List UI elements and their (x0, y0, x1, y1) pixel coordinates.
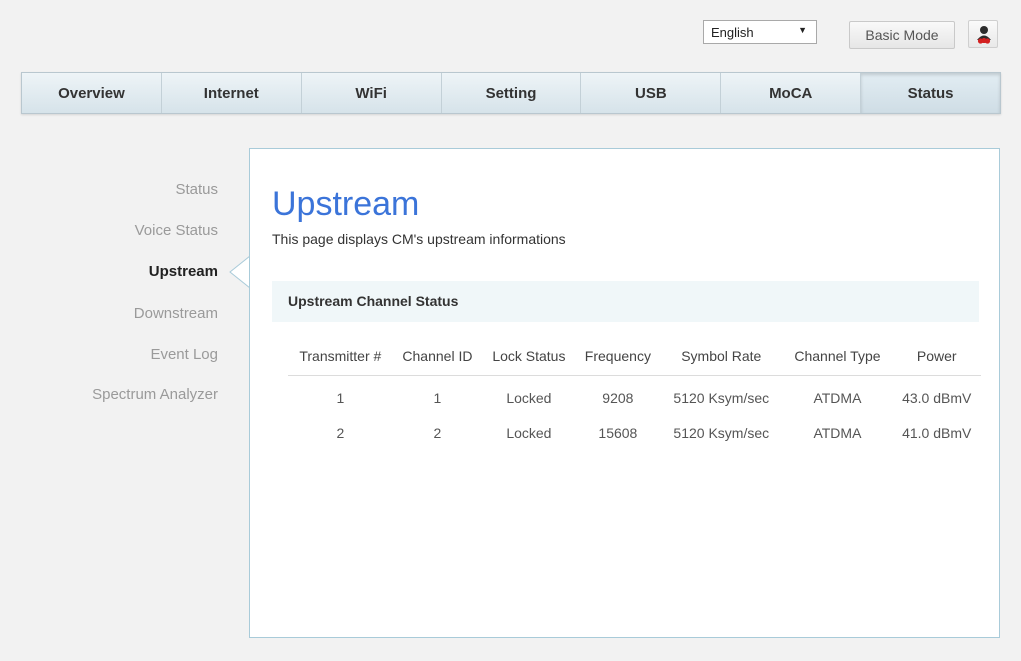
page-description: This page displays CM's upstream informa… (272, 231, 566, 247)
table-cell: 1 (336, 389, 345, 406)
table-cell: Locked (506, 389, 552, 406)
column-header: Channel Type (782, 337, 893, 376)
user-button[interactable] (968, 20, 998, 48)
column-header: Lock Status (482, 337, 576, 376)
tab-label: Status (907, 84, 954, 102)
table-header-row: Transmitter # Channel ID Lock Status Fre… (288, 337, 981, 376)
language-select-value: English (711, 25, 754, 40)
page-title: Upstream (272, 185, 420, 223)
table-cell: 2 (336, 424, 345, 441)
table-cell: ATDMA (813, 424, 862, 441)
table-cell: ATDMA (813, 389, 862, 406)
table-cell: 5120 Ksym/sec (673, 389, 770, 406)
main-tab-bar: Overview Internet WiFi Setting USB MoCA … (21, 72, 1001, 114)
tab-moca[interactable]: MoCA (721, 73, 862, 113)
chevron-down-icon: ▼ (798, 25, 807, 35)
tab-label: Internet (203, 84, 259, 102)
table-row: 1 1 Locked 9208 5120 Ksym/sec ATDMA 43.0… (288, 376, 981, 416)
table-cell: 15608 (598, 424, 638, 441)
column-header: Channel ID (392, 337, 483, 376)
column-header: Frequency (575, 337, 661, 376)
table-cell: 1 (433, 389, 442, 406)
tab-overview[interactable]: Overview (22, 73, 162, 113)
section-title: Upstream Channel Status (288, 293, 459, 309)
table-cell: 5120 Ksym/sec (673, 424, 770, 441)
sidebar-item-spectrum-analyzer[interactable]: Spectrum Analyzer (92, 386, 218, 403)
content-panel: Upstream This page displays CM's upstrea… (249, 148, 1000, 638)
basic-mode-label: Basic Mode (865, 27, 939, 43)
tab-label: Overview (58, 84, 125, 102)
section-header: Upstream Channel Status (272, 281, 979, 322)
tab-status[interactable]: Status (861, 73, 1001, 113)
tab-internet[interactable]: Internet (162, 73, 302, 113)
sidebar-item-downstream[interactable]: Downstream (134, 305, 218, 322)
basic-mode-button[interactable]: Basic Mode (849, 21, 955, 49)
tab-usb[interactable]: USB (581, 73, 722, 113)
sidebar-item-event-log[interactable]: Event Log (150, 346, 218, 363)
table-cell: 9208 (602, 389, 634, 406)
column-header: Power (892, 337, 981, 376)
tab-label: MoCA (769, 84, 813, 102)
user-icon (977, 26, 991, 44)
column-header: Symbol Rate (660, 337, 783, 376)
tab-label: Setting (485, 84, 537, 102)
active-pointer-icon (229, 256, 250, 288)
table-row: 2 2 Locked 15608 5120 Ksym/sec ATDMA 41.… (288, 415, 981, 450)
tab-label: WiFi (355, 84, 387, 102)
sidebar-item-voice-status[interactable]: Voice Status (135, 222, 218, 239)
table-cell: 41.0 dBmV (902, 424, 972, 441)
sidebar-item-upstream[interactable]: Upstream (149, 263, 218, 280)
tab-wifi[interactable]: WiFi (302, 73, 442, 113)
table-cell: Locked (506, 424, 552, 441)
upstream-channel-table: Transmitter # Channel ID Lock Status Fre… (288, 337, 981, 450)
router-status-page: English ▼ Basic Mode Overview Internet W… (0, 0, 1021, 661)
table-cell: 2 (433, 424, 442, 441)
tab-setting[interactable]: Setting (442, 73, 582, 113)
sidebar-item-status[interactable]: Status (175, 181, 218, 198)
language-select[interactable]: English ▼ (703, 20, 817, 44)
tab-label: USB (635, 84, 667, 102)
column-header: Transmitter # (288, 337, 393, 376)
table-cell: 43.0 dBmV (902, 389, 972, 406)
